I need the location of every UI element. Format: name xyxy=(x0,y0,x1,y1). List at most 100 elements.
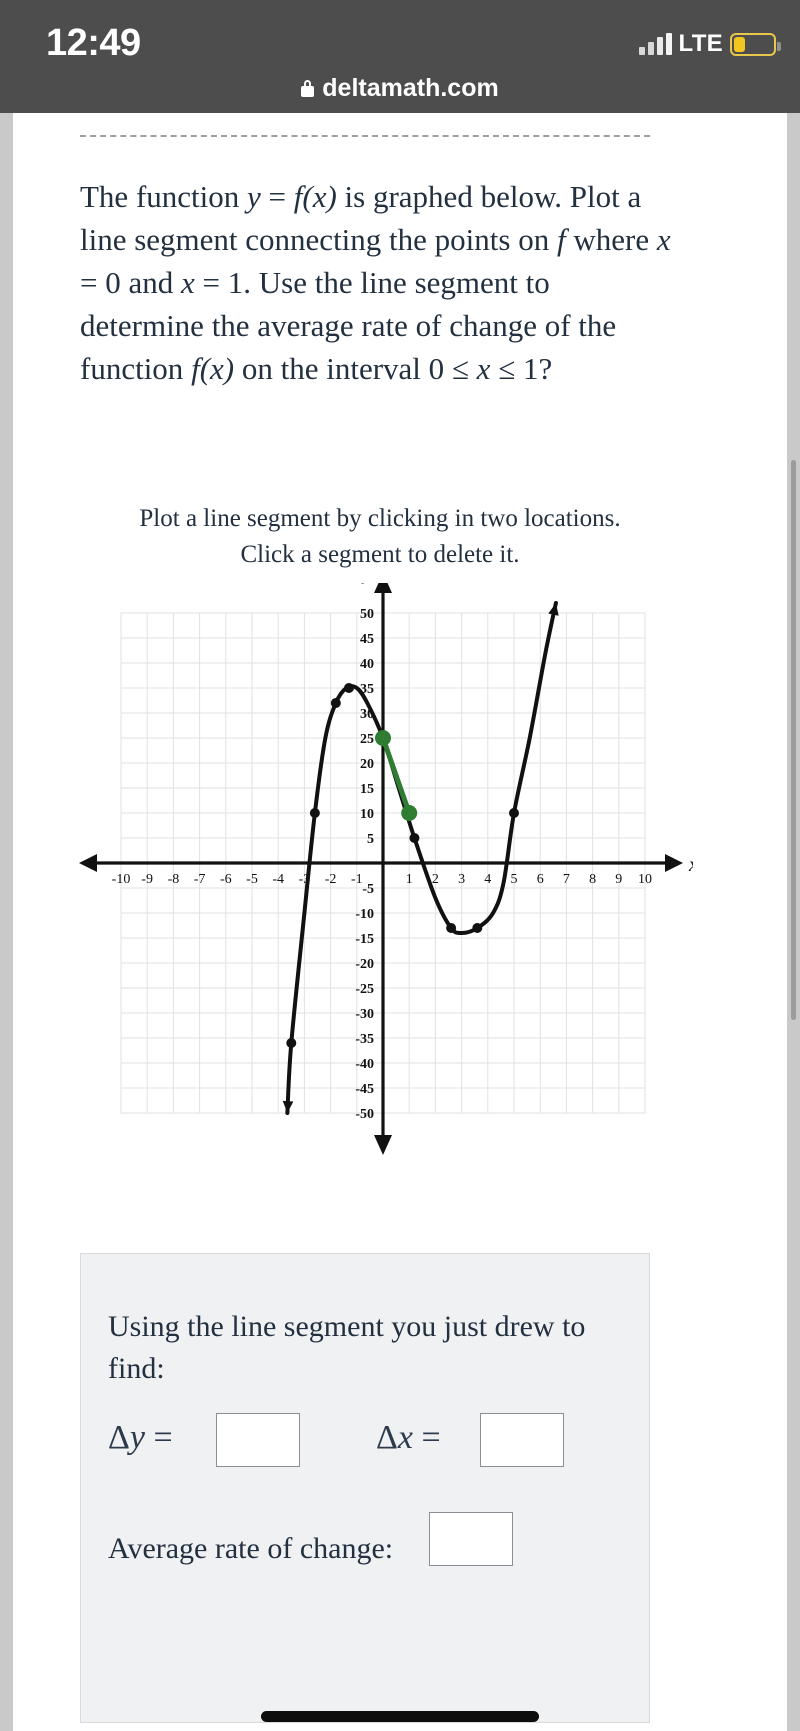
y-tick-label: -25 xyxy=(355,982,374,997)
browser-url-bar[interactable]: deltamath.com xyxy=(0,64,800,113)
coordinate-graph[interactable]: yx-10-9-8-7-6-5-4-3-2-112345678910504540… xyxy=(73,583,693,1203)
x-tick-label: 1 xyxy=(406,872,413,887)
plot-instruction-line-2: Click a segment to delete it. xyxy=(240,541,520,568)
x-tick-label: -10 xyxy=(112,872,131,887)
curve-point xyxy=(509,808,519,818)
x-tick-label: 7 xyxy=(563,872,570,887)
var-x-1: x xyxy=(656,222,671,257)
y-tick-label: -20 xyxy=(355,957,374,972)
page-scrollbar[interactable] xyxy=(791,460,796,1020)
curve-point xyxy=(409,833,420,843)
y-tick-label: -40 xyxy=(355,1057,374,1072)
interval-lower: 0 xyxy=(428,351,445,386)
y-tick-label: 10 xyxy=(360,807,374,822)
y-tick-label: 5 xyxy=(367,832,374,847)
x-axis-arrow-right xyxy=(665,854,683,872)
question-part-1: The function xyxy=(80,179,248,214)
x-tick-label: -4 xyxy=(272,872,284,887)
interval-var: x xyxy=(476,351,491,386)
y-axis-arrow-down xyxy=(374,1135,392,1155)
curve-point xyxy=(446,923,457,933)
eq-2: = xyxy=(80,265,106,300)
x-tick-label: -7 xyxy=(194,872,206,887)
status-bar-indicators: LTE xyxy=(638,28,781,60)
var-x-2: x xyxy=(181,265,195,300)
question-mark: ? xyxy=(538,351,553,386)
x-tick-label: -1 xyxy=(351,872,363,887)
plot-instruction-line-1: Plot a line segment by clicking in two l… xyxy=(139,505,621,532)
var-y: y xyxy=(247,179,261,214)
le-1: ≤ xyxy=(444,351,477,386)
lock-icon xyxy=(301,80,315,97)
func-arg-2: (x) xyxy=(199,351,235,386)
curve-point xyxy=(330,698,341,708)
func-arg-1: (x) xyxy=(302,179,337,214)
x-tick-label: 5 xyxy=(511,872,518,887)
x-axis-arrow-left xyxy=(79,854,97,872)
func-f-3: f xyxy=(191,351,200,386)
y-tick-label: 20 xyxy=(360,757,374,772)
question-part-6: on the interval xyxy=(234,351,429,386)
x-tick-label: 3 xyxy=(458,872,465,887)
x-tick-label: 2 xyxy=(432,872,439,887)
value-1: 1 xyxy=(227,265,244,300)
x-tick-label: 9 xyxy=(615,872,622,887)
le-2: ≤ xyxy=(490,351,523,386)
y-axis-label: y xyxy=(361,583,372,584)
x-tick-label: 8 xyxy=(589,872,596,887)
x-tick-label: 4 xyxy=(484,872,491,887)
answer-panel-prompt: Using the line segment you just drew to … xyxy=(108,1310,586,1385)
x-axis-label: x xyxy=(688,854,693,876)
y-tick-label: -45 xyxy=(355,1082,374,1097)
eq-3: = xyxy=(194,265,228,300)
y-axis-arrow-up xyxy=(374,583,392,593)
page-content: The function y = f(x) is graphed below. … xyxy=(13,113,787,1731)
curve-point xyxy=(472,923,483,933)
x-tick-label: -8 xyxy=(168,872,180,887)
y-tick-label: -10 xyxy=(355,907,374,922)
signal-bars-icon xyxy=(638,33,672,55)
y-tick-label: 25 xyxy=(360,732,374,747)
answer-panel: Using the line segment you just drew to … xyxy=(80,1253,650,1723)
status-bar-clock: 12:49 xyxy=(46,22,141,64)
question-part-4: and xyxy=(120,265,181,300)
delta-row: Δy = Δx = xyxy=(108,1409,628,1475)
question-text: The function y = f(x) is graphed below. … xyxy=(80,175,672,390)
battery-low-icon xyxy=(730,32,781,56)
x-tick-label: -9 xyxy=(141,872,153,887)
network-type-label: LTE xyxy=(678,30,723,57)
delta-y-input[interactable] xyxy=(216,1413,300,1467)
x-tick-label: -2 xyxy=(325,872,337,887)
interval-upper: 1 xyxy=(522,351,539,386)
url-text: deltamath.com xyxy=(322,74,499,102)
y-tick-label: -35 xyxy=(355,1032,374,1047)
section-divider xyxy=(80,135,650,137)
average-rate-input[interactable] xyxy=(429,1512,513,1566)
curve-point xyxy=(309,808,320,818)
status-bar: 12:49 LTE deltamath.com xyxy=(0,0,800,113)
y-tick-label: -50 xyxy=(355,1107,374,1122)
delta-x-label: Δx = xyxy=(376,1419,441,1456)
segment-endpoint-end xyxy=(401,805,418,821)
graph-canvas[interactable]: yx-10-9-8-7-6-5-4-3-2-112345678910504540… xyxy=(73,583,693,1203)
average-rate-label: Average rate of change: xyxy=(108,1532,394,1565)
x-tick-label: 10 xyxy=(638,872,652,887)
func-f-2: f xyxy=(556,222,566,257)
x-tick-label: 6 xyxy=(537,872,544,887)
segment-endpoint-start xyxy=(375,730,391,746)
value-0: 0 xyxy=(105,265,121,300)
home-indicator xyxy=(261,1711,539,1722)
delta-y-label: Δy = xyxy=(108,1419,173,1456)
eq-1: = xyxy=(260,179,294,214)
curve-point xyxy=(286,1038,297,1048)
plot-instructions: Plot a line segment by clicking in two l… xyxy=(80,501,680,573)
y-tick-label: -5 xyxy=(362,882,374,897)
curve-point xyxy=(343,683,354,693)
delta-x-input[interactable] xyxy=(480,1413,564,1467)
y-tick-label: 45 xyxy=(360,632,374,647)
y-tick-label: 50 xyxy=(360,607,374,622)
y-tick-label: 15 xyxy=(360,782,374,797)
y-tick-label: -30 xyxy=(355,1007,374,1022)
x-tick-label: -6 xyxy=(220,872,232,887)
x-tick-label: -5 xyxy=(246,872,258,887)
